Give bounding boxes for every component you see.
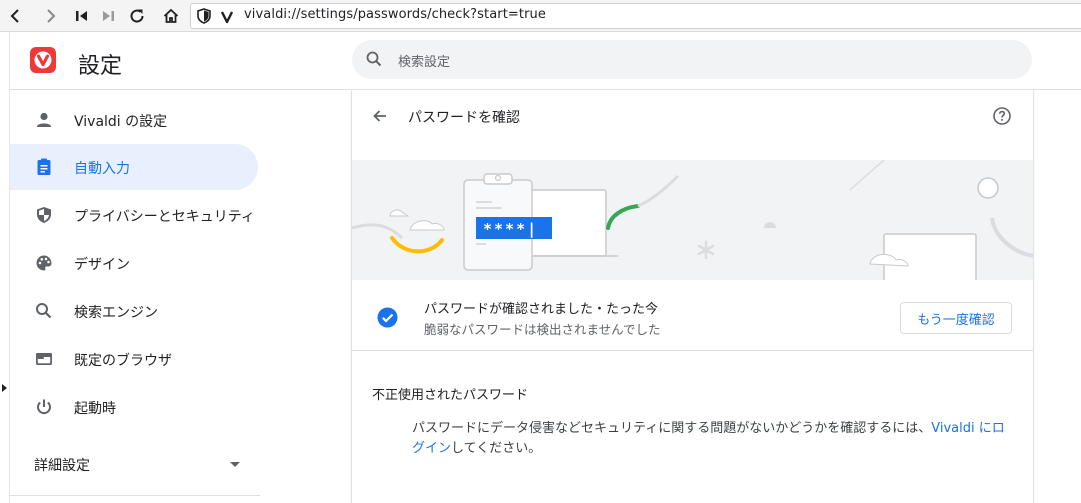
search-input[interactable] — [352, 40, 1032, 79]
sidebar-item-autofill[interactable]: 自動入力 — [10, 144, 258, 190]
status-title: パスワードが確認されました・たった今 — [424, 302, 659, 317]
forward-icon[interactable] — [38, 4, 62, 28]
sidebar-divider — [10, 495, 260, 496]
sidebar-item-search-engine[interactable]: 検索エンジン — [10, 288, 258, 334]
clipboard-icon — [34, 157, 54, 177]
section-description: パスワードにデータ侵害などセキュリティに関する問題がないかどうかを確認するには、… — [412, 419, 1017, 459]
search-icon — [34, 301, 54, 321]
back-arrow-icon[interactable] — [370, 106, 390, 126]
sidebar-item-vivaldi-settings[interactable]: Vivaldi の設定 — [10, 97, 258, 143]
sidebar-item-label: 起動時 — [74, 401, 116, 417]
rewind-icon[interactable] — [70, 4, 94, 28]
description-text: パスワードにデータ侵害などセキュリティに関する問題がないかどうかを確認するには、 — [412, 421, 932, 436]
password-mask-text: ****| — [483, 220, 539, 238]
advanced-settings-toggle[interactable]: 詳細設定 — [34, 455, 90, 475]
password-check-illustration: ****| — [352, 160, 1033, 280]
sidebar-item-label: 既定のブラウザ — [74, 353, 172, 369]
sidebar-item-label: 自動入力 — [74, 161, 130, 177]
search-icon — [366, 51, 382, 67]
sidebar-item-on-startup[interactable]: 起動時 — [10, 384, 258, 430]
check-again-button[interactable]: もう一度確認 — [900, 302, 1012, 334]
search-placeholder: 検索設定 — [398, 55, 451, 70]
help-icon[interactable] — [992, 106, 1012, 126]
sidebar-item-label: Vivaldi の設定 — [74, 114, 168, 130]
person-icon — [34, 110, 54, 130]
panel-toggle-arrow-icon[interactable] — [2, 384, 7, 392]
section-heading: 不正使用されたパスワード — [372, 388, 529, 403]
shield-icon[interactable] — [197, 8, 211, 24]
sidebar-item-label: プライバシーとセキュリティ — [74, 209, 255, 225]
panel-strip — [0, 32, 10, 503]
fast-forward-icon[interactable] — [96, 4, 120, 28]
vivaldi-icon — [220, 9, 234, 24]
sidebar-item-default-browser[interactable]: 既定のブラウザ — [10, 336, 258, 382]
sidebar-item-label: 検索エンジン — [74, 305, 158, 321]
palette-icon — [34, 253, 54, 273]
sidebar-item-privacy[interactable]: プライバシーとセキュリティ — [10, 192, 258, 238]
reload-icon[interactable] — [125, 4, 149, 28]
back-icon[interactable] — [4, 4, 28, 28]
description-text-end: してください。 — [451, 441, 542, 456]
sidebar-item-label: デザイン — [74, 257, 130, 273]
chevron-down-icon[interactable] — [230, 462, 240, 467]
shield-icon — [34, 205, 54, 225]
home-icon[interactable] — [159, 4, 183, 28]
browser-window-icon — [34, 349, 54, 369]
status-subtitle: 脆弱なパスワードは検出されませんでした — [424, 322, 661, 337]
url-text[interactable]: vivaldi://settings/passwords/check?start… — [244, 7, 546, 22]
vivaldi-logo-icon — [30, 47, 56, 73]
power-icon — [34, 397, 54, 417]
row-divider — [352, 350, 1033, 351]
card-title: パスワードを確認 — [408, 110, 520, 126]
checkmark-icon — [377, 307, 398, 328]
page-title: 設定 — [78, 54, 123, 79]
sidebar-item-appearance[interactable]: デザイン — [10, 240, 258, 286]
